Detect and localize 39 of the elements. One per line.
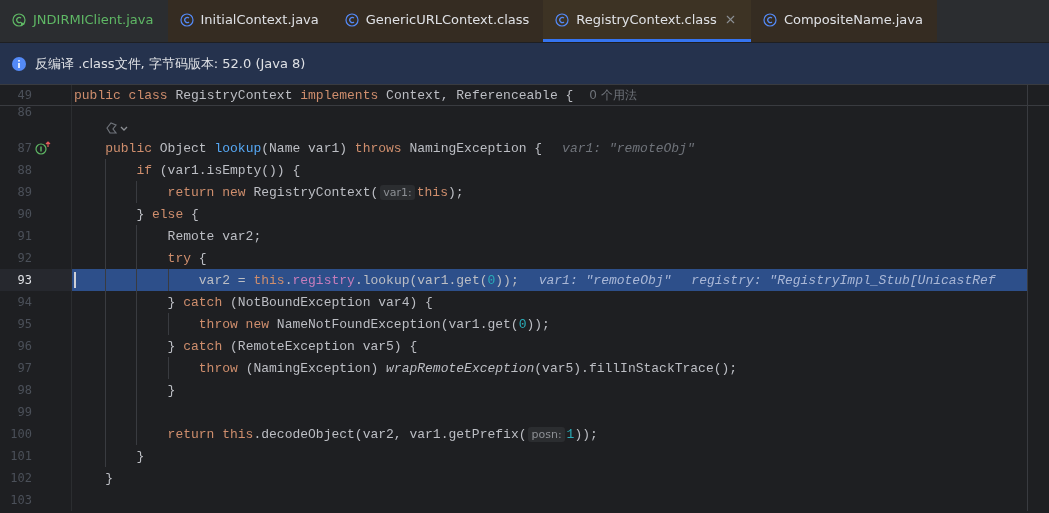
code-text: } catch (NotBoundException var4) { <box>167 294 433 310</box>
info-message: 反编译 .class文件, 字节码版本: 52.0 (Java 8) <box>35 54 306 73</box>
editor-tab[interactable]: CompositeName.java <box>750 0 937 42</box>
ai-assistant-icon[interactable] <box>105 121 130 134</box>
code-text: return new RegistryContext( <box>167 184 379 200</box>
class-icon <box>179 12 194 27</box>
code-text: public class RegistryContext implements Context, Referenceable { <box>74 87 574 103</box>
code-text: public Object lookup(Name var1) throws NamingException { <box>105 140 543 156</box>
code-text: } <box>105 470 113 486</box>
code-text: if (var1.isEmpty()) { <box>136 162 301 178</box>
runnable-class-icon <box>12 12 26 27</box>
code-text: 1)); <box>566 426 598 442</box>
text-caret <box>74 272 76 288</box>
code-text: this); <box>416 184 464 200</box>
code-text: throw (NamingException) wrapRemoteException(var5).fillInStackTrace(); <box>198 360 738 376</box>
code-text: Remote var2; <box>167 228 262 244</box>
code-text: throw new NameNotFoundException(var1.get(0)); <box>198 316 550 332</box>
class-icon <box>555 12 570 27</box>
usages-hint: 0 个用法 <box>589 86 637 104</box>
code-text: } <box>136 448 145 464</box>
editor-tab[interactable]: InitialContext.java <box>167 0 333 42</box>
class-icon <box>344 12 359 27</box>
code-text: } else { <box>136 206 199 222</box>
parameter-hint: posn: <box>528 426 565 442</box>
editor-tab[interactable]: RegistryContext.class <box>543 0 751 42</box>
code-text: var2 = this.registry.lookup(var1.get(0)); <box>198 272 519 288</box>
debug-value-hint: var1: "remoteObj" <box>562 140 695 156</box>
implements-marker-icon[interactable] <box>35 141 51 155</box>
debug-value-hint: registry: "RegistryImpl_Stub[UnicastRef <box>691 272 996 288</box>
info-icon <box>12 56 26 71</box>
debug-value-hint: var1: "remoteObj" <box>538 272 672 288</box>
editor-tab[interactable]: GenericURLContext.class <box>332 0 544 42</box>
code-text: return this.decodeObject(var2, var1.getPrefix( <box>167 426 527 442</box>
line-number: 93 <box>16 273 32 287</box>
code-text: } catch (RemoteException var5) { <box>167 338 418 354</box>
parameter-hint: var1: <box>380 184 415 200</box>
class-icon <box>762 12 777 27</box>
code-text: try { <box>167 250 207 266</box>
code-text: } <box>167 382 176 398</box>
